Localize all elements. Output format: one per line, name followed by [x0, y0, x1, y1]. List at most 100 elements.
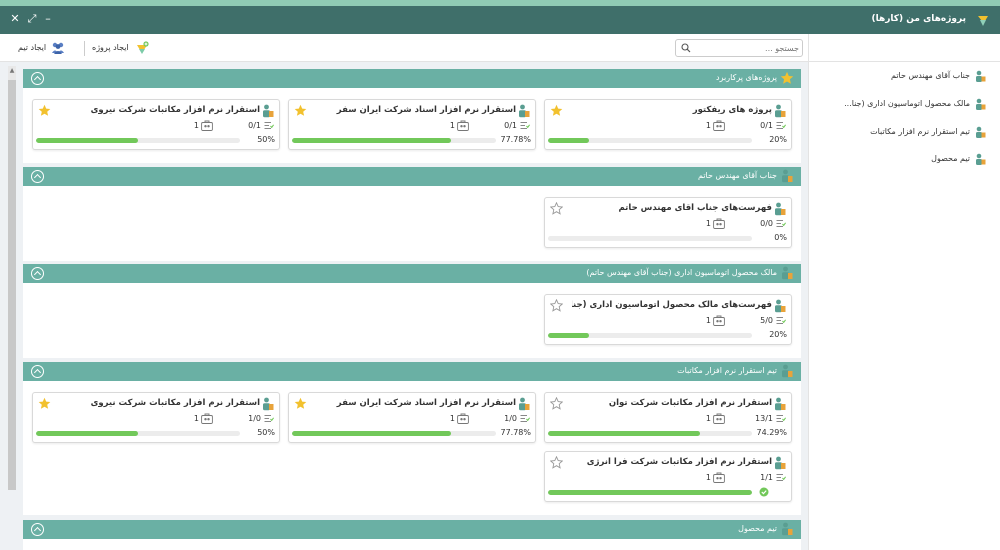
- star-outline-icon[interactable]: [550, 397, 563, 410]
- star-outline-icon[interactable]: [550, 202, 563, 215]
- window-title: پروژه‌های من (کارها): [871, 14, 966, 24]
- project-card[interactable]: استقرار نرم افزار مکاتبات شرکت توان 13/1 1…: [544, 392, 792, 443]
- task-count: 0/1: [248, 121, 261, 130]
- progress-fill: [548, 490, 752, 495]
- close-icon[interactable]: ✕: [9, 13, 21, 25]
- progress-fill: [548, 431, 700, 436]
- project-title[interactable]: استقرار نرم افزار مکاتبات شرکت نیروی: [60, 398, 260, 408]
- progress-fill: [548, 138, 589, 143]
- sidebar-item-label: جناب آقای مهندس حاتم: [891, 71, 970, 80]
- star-filled-icon[interactable]: [294, 397, 307, 410]
- search-box[interactable]: [675, 39, 803, 57]
- progress-percent: 50%: [257, 428, 275, 437]
- sidebar-item-product-team[interactable]: تیم محصول: [816, 152, 986, 168]
- progress-bar: [292, 431, 496, 436]
- scrollbar-thumb[interactable]: [8, 80, 16, 490]
- project-icon: [263, 104, 274, 118]
- progress-bar: [36, 138, 240, 143]
- project-icon: [775, 202, 786, 216]
- project-icon: [519, 104, 530, 118]
- star-filled-icon[interactable]: [294, 104, 307, 117]
- project-card[interactable]: استقرار نرم افزار مکاتبات شرکت فرا انرژی…: [544, 451, 792, 502]
- task-list-icon: [776, 122, 786, 129]
- group-header[interactable]: تیم استقرار نرم افزار مکاتبات: [23, 362, 801, 381]
- minimize-icon[interactable]: –: [42, 13, 54, 25]
- group-header[interactable]: پروژه‌های پرکاربرد: [23, 69, 801, 88]
- collapse-toggle-icon[interactable]: [31, 267, 44, 280]
- project-card[interactable]: استقرار نرم افزار اسناد شرکت ایران سفر 0/…: [288, 99, 536, 150]
- person-icon: [782, 266, 793, 280]
- person-icon: [976, 126, 986, 138]
- project-title[interactable]: فهرست‌های جناب آقای مهندس حاتم: [572, 203, 772, 213]
- sidebar-item-deploy-team[interactable]: تیم استقرار نرم افزار مکاتبات: [816, 125, 986, 141]
- project-title[interactable]: پروژه های ریفکتور: [572, 105, 772, 115]
- project-card[interactable]: پروژه های ریفکتور 0/1 1 20%: [544, 99, 792, 150]
- sidebar-item-hatam[interactable]: جناب آقای مهندس حاتم: [816, 69, 986, 85]
- project-card[interactable]: فهرست‌های مالک محصول اتوماسیون اداری (جن…: [544, 294, 792, 345]
- group-header[interactable]: جناب آقای مهندس حاتم: [23, 167, 801, 186]
- group-header[interactable]: تیم محصول: [23, 520, 801, 539]
- group-body: [23, 539, 801, 550]
- team-icon: [52, 42, 65, 54]
- star-filled-icon[interactable]: [550, 104, 563, 117]
- star-outline-icon[interactable]: [550, 456, 563, 469]
- progress-percent: 20%: [769, 330, 787, 339]
- project-title[interactable]: فهرست‌های مالک محصول اتوماسیون اداری (جن…: [572, 300, 772, 310]
- project-card[interactable]: استقرار نرم افزار مکاتبات شرکت نیروی 0/1 1…: [32, 99, 280, 150]
- collapse-toggle-icon[interactable]: [31, 523, 44, 536]
- task-count: 0/1: [504, 121, 517, 130]
- progress-bar: [292, 138, 496, 143]
- group-body: فهرست‌های جناب آقای مهندس حاتم 0/0 1 0%: [23, 186, 801, 261]
- add-project-icon: [136, 41, 149, 54]
- member-count: 1: [705, 316, 711, 325]
- member-count: 1: [705, 473, 711, 482]
- project-group: جناب آقای مهندس حاتم فهرست‌های جناب آقای …: [23, 167, 801, 261]
- sidebar-item-label: مالک محصول اتوماسیون اداری (جنا...: [844, 99, 970, 108]
- star-outline-icon[interactable]: [550, 299, 563, 312]
- members-icon: [201, 120, 213, 131]
- project-card[interactable]: فهرست‌های جناب آقای مهندس حاتم 0/0 1 0%: [544, 197, 792, 248]
- progress-percent: 77.78%: [500, 135, 531, 144]
- project-card[interactable]: استقرار نرم افزار مکاتبات شرکت نیروی 1/0 1…: [32, 392, 280, 443]
- member-count: 1: [705, 219, 711, 228]
- create-team-button[interactable]: ایجاد تیم: [18, 39, 65, 57]
- progress-bar: [548, 138, 752, 143]
- search-icon[interactable]: [681, 43, 691, 53]
- project-title[interactable]: استقرار نرم افزار اسناد شرکت ایران سفر: [316, 398, 516, 408]
- group-body: پروژه های ریفکتور 0/1 1 20% استقرار نرم افزا…: [23, 88, 801, 163]
- sidebar-item-label: تیم محصول: [931, 154, 970, 163]
- person-icon: [782, 169, 793, 183]
- project-card[interactable]: استقرار نرم افزار اسناد شرکت ایران سفر 1/…: [288, 392, 536, 443]
- project-title[interactable]: استقرار نرم افزار مکاتبات شرکت توان: [572, 398, 772, 408]
- search-input[interactable]: [694, 40, 799, 56]
- person-icon: [976, 70, 986, 82]
- project-icon: [775, 299, 786, 313]
- task-count: 5/0: [760, 316, 773, 325]
- members-icon: [713, 120, 725, 131]
- task-list-icon: [776, 317, 786, 324]
- project-title[interactable]: استقرار نرم افزار مکاتبات شرکت نیروی: [60, 105, 260, 115]
- progress-fill: [548, 333, 589, 338]
- sidebar-item-label: تیم استقرار نرم افزار مکاتبات: [870, 127, 970, 136]
- collapse-toggle-icon[interactable]: [31, 170, 44, 183]
- project-group: تیم محصول: [23, 520, 801, 550]
- project-title[interactable]: استقرار نرم افزار مکاتبات شرکت فرا انرژی: [572, 457, 772, 467]
- create-project-button[interactable]: ایجاد پروژه: [92, 39, 150, 57]
- scroll-up-arrow[interactable]: ▲: [8, 66, 16, 76]
- project-icon: [519, 397, 530, 411]
- maximize-icon[interactable]: ⤢: [26, 13, 38, 25]
- task-count: 0/1: [760, 121, 773, 130]
- group-header[interactable]: مالک محصول اتوماسیون اداری (جناب آقای مه…: [23, 264, 801, 283]
- star-filled-icon[interactable]: [38, 104, 51, 117]
- collapse-toggle-icon[interactable]: [31, 365, 44, 378]
- progress-fill: [292, 431, 451, 436]
- project-title[interactable]: استقرار نرم افزار اسناد شرکت ایران سفر: [316, 105, 516, 115]
- star-filled-icon[interactable]: [38, 397, 51, 410]
- group-title: تیم استقرار نرم افزار مکاتبات: [677, 366, 777, 375]
- members-icon: [713, 218, 725, 229]
- group-title: تیم محصول: [738, 524, 777, 533]
- project-icon: [263, 397, 274, 411]
- members-icon: [457, 120, 469, 131]
- collapse-toggle-icon[interactable]: [31, 72, 44, 85]
- sidebar-item-product-owner[interactable]: مالک محصول اتوماسیون اداری (جنا...: [816, 97, 986, 113]
